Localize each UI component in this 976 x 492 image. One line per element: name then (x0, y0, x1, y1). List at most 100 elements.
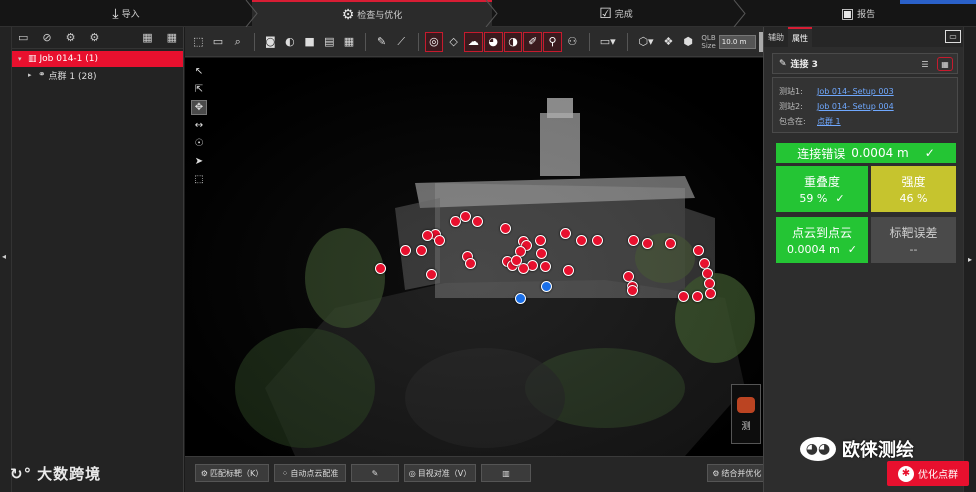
scan-station-marker[interactable] (541, 281, 552, 292)
qlb-size-label: QLB Size (701, 34, 715, 50)
watermark-left: ↻° 大数跨境 (10, 463, 101, 484)
cube-dropdown-icon[interactable]: ⬡▾ (634, 32, 658, 52)
step-report[interactable]: ▣ 报告 (740, 0, 976, 27)
target-icon[interactable]: ◎ (424, 31, 444, 52)
checker-icon[interactable]: ◑ (503, 31, 523, 52)
target-marker[interactable] (693, 245, 704, 256)
settings-icon[interactable]: ⚙ (90, 31, 100, 44)
zoom-icon[interactable]: ⌕ (228, 32, 247, 52)
tree-item-job[interactable]: ▾ ▥ Job 014-1 (1) (12, 51, 183, 67)
match-targets-button[interactable]: ⚙ 匹配标靶（K） (195, 464, 269, 482)
pick-icon[interactable]: ⇱ (191, 82, 207, 97)
target-marker[interactable] (592, 235, 603, 246)
target-marker[interactable] (560, 228, 571, 239)
target-marker[interactable] (472, 216, 483, 227)
pen-tool-button[interactable]: ✎ (351, 464, 399, 482)
scan-station-marker[interactable] (515, 293, 526, 304)
fit-icon[interactable]: ▭ (209, 32, 228, 52)
color-icon[interactable]: ◐ (281, 32, 300, 52)
right-collapse-strip[interactable]: ▸ (963, 27, 976, 492)
target-marker[interactable] (692, 291, 703, 302)
grid-view-icon[interactable]: ▦ (937, 57, 953, 71)
step-import[interactable]: ⤓ 导入 (0, 0, 252, 27)
target-marker[interactable] (416, 245, 427, 256)
target-marker[interactable] (460, 211, 471, 222)
visual-align-button[interactable]: ◎ 目视对准（V） (404, 464, 476, 482)
measure-icon[interactable]: ✎ (372, 32, 391, 52)
orbit-icon[interactable]: ✥ (191, 100, 207, 115)
expand-arrow-icon[interactable]: ▸ (28, 71, 38, 79)
viewport-thumbnail[interactable]: 测 (731, 384, 761, 444)
target-marker[interactable] (500, 223, 511, 234)
link-icon[interactable]: ⊘ (42, 31, 51, 44)
tab-properties[interactable]: 属性 (788, 27, 812, 47)
target-marker[interactable] (678, 291, 689, 302)
box-icon[interactable]: ■ (300, 32, 319, 52)
look-icon[interactable]: ☉ (191, 136, 207, 151)
target-marker[interactable] (540, 261, 551, 272)
folder-icon[interactable]: ▭ (18, 31, 28, 44)
toolbar-divider (365, 32, 367, 51)
collapse-icon[interactable]: ▦ (167, 31, 177, 44)
layers-icon[interactable]: ❖ (659, 32, 678, 52)
expand-icon[interactable]: ▦ (142, 31, 152, 44)
model-icon[interactable]: ⬢ (679, 32, 698, 52)
pencil-icon[interactable]: ✐ (523, 31, 543, 52)
target-marker[interactable] (628, 235, 639, 246)
target-marker[interactable] (576, 235, 587, 246)
pointer-icon[interactable]: ↖ (191, 64, 207, 79)
target-marker[interactable] (400, 245, 411, 256)
target-marker[interactable] (563, 265, 574, 276)
visual-align-icon: ◎ (408, 468, 416, 478)
match-icon: ⚙ (200, 468, 208, 478)
list-view-icon[interactable]: ☰ (917, 57, 933, 71)
tree-item-cluster[interactable]: ▸ ⚭ 点群 1 (28) (12, 67, 183, 83)
measure-off-icon[interactable]: ⟋ (392, 32, 411, 52)
point-cloud-viewport[interactable]: ↖ ⇱ ✥ ↔ ☉ ➤ ⬚ 测 (185, 58, 763, 456)
cloud-to-cloud-tile[interactable]: 点云到点云 0.0004 m ✓ (776, 217, 868, 263)
strength-tile[interactable]: 强度 46 % (871, 166, 956, 212)
optimize-cluster-button[interactable]: ✱ 优化点群 (887, 461, 969, 486)
target-marker[interactable] (627, 285, 638, 296)
sphere-icon[interactable]: ◕ (483, 31, 503, 52)
left-collapse-strip[interactable]: ◂ (0, 27, 12, 492)
person-icon[interactable]: ⚇ (563, 32, 582, 52)
tab-assist[interactable]: 辅助 (764, 27, 788, 47)
tag-icon[interactable]: ◇ (444, 32, 463, 52)
grid-icon[interactable]: ▦ (340, 32, 359, 52)
target-marker[interactable] (642, 238, 653, 249)
cube-view-icon[interactable]: ⬚ (191, 172, 207, 187)
target-marker[interactable] (465, 258, 476, 269)
target-marker[interactable] (426, 269, 437, 280)
camera-icon[interactable]: ◙ (261, 32, 280, 52)
expand-arrow-icon[interactable]: ▾ (18, 55, 28, 63)
overlap-tile[interactable]: 重叠度 59 % ✓ (776, 166, 868, 212)
target-marker[interactable] (434, 235, 445, 246)
target-error-tile[interactable]: 标靶误差 -- (871, 217, 956, 263)
cloud-icon[interactable]: ☁ (464, 31, 483, 52)
step-inspect-optimize[interactable]: ⚙ 检查与优化 (252, 0, 492, 27)
step-finish[interactable]: ☑ 完成 (492, 0, 740, 27)
window-icon[interactable]: ▭ (945, 30, 961, 43)
target-marker[interactable] (665, 238, 676, 249)
station-link[interactable]: Job 014- Setup 004 (817, 102, 894, 111)
select-icon[interactable]: ⬚ (189, 32, 208, 52)
cluster-link[interactable]: 点群 1 (817, 116, 841, 127)
pan-icon[interactable]: ↔ (191, 118, 207, 133)
split-view-button[interactable]: ▥ (481, 464, 531, 482)
size-input[interactable]: 10.0 m (718, 34, 757, 49)
display-dropdown-icon[interactable]: ▭▾ (596, 32, 620, 52)
pin-icon[interactable]: ⚲ (543, 31, 562, 52)
target-marker[interactable] (511, 255, 522, 266)
link-error-tile[interactable]: 连接错误 0.0004 m ✓ (776, 143, 956, 163)
fly-icon[interactable]: ➤ (191, 154, 207, 169)
limit-icon[interactable]: ▤ (320, 32, 339, 52)
target-marker[interactable] (422, 230, 433, 241)
station-link[interactable]: Job 014- Setup 003 (817, 87, 894, 96)
gear-icon[interactable]: ⚙ (66, 31, 76, 44)
target-marker[interactable] (705, 288, 716, 299)
target-marker[interactable] (536, 248, 547, 259)
target-marker[interactable] (535, 235, 546, 246)
auto-cloud-button[interactable]: ⁘ 自动点云配准 (274, 464, 346, 482)
target-marker[interactable] (375, 263, 386, 274)
